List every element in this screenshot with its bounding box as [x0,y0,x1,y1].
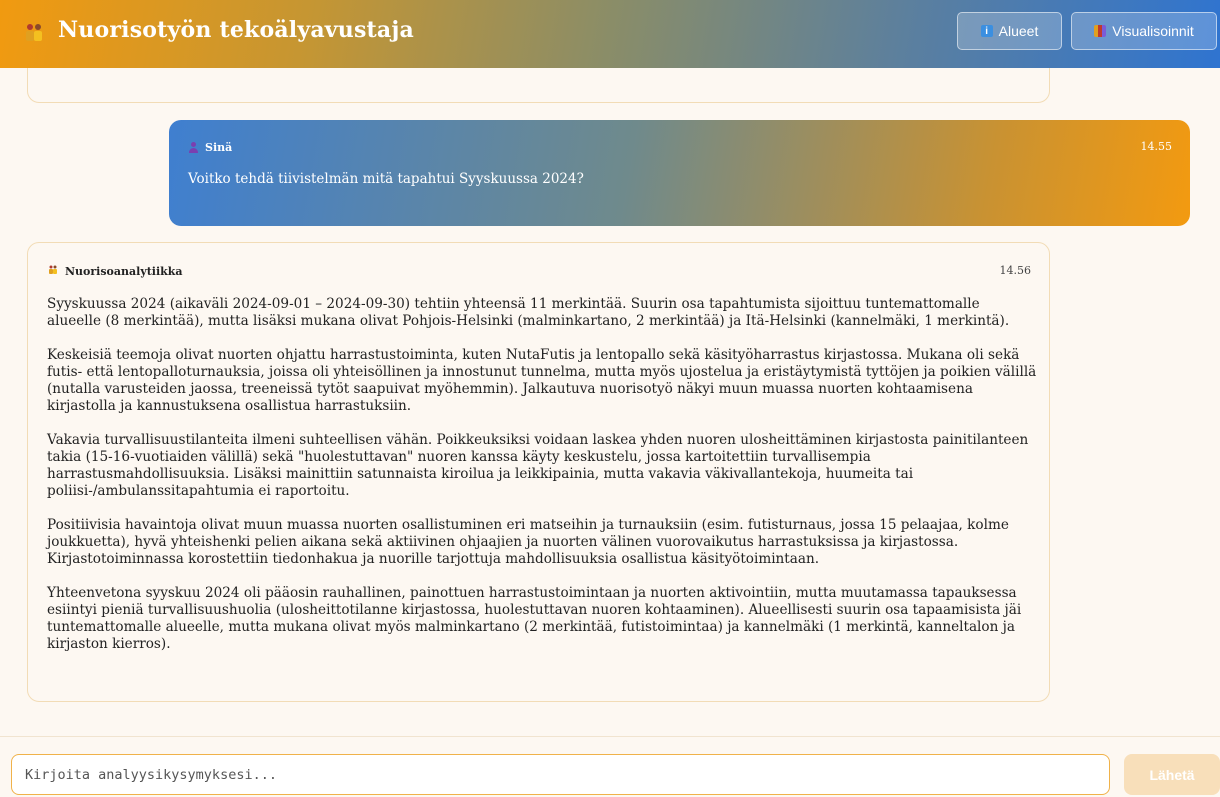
previous-message [27,68,1050,103]
message-paragraph: Syyskuussa 2024 (aikaväli 2024-09-01 – 2… [47,296,1010,329]
visualizations-button[interactable]: Visualisoinnit [1071,12,1217,50]
assistant-message-time: 14.56 [999,264,1032,277]
team-figures-icon [22,20,46,46]
assistant-message: Nuorisoanalytiikka 14.56 Syyskuussa 2024… [27,242,1050,702]
user-message-header: Sinä [188,141,232,154]
user-icon [188,142,199,153]
input-bar: Lähetä [0,736,1220,797]
user-message-time: 14.55 [1140,140,1173,153]
message-paragraph: Vakavia turvallisuustilanteita ilmeni su… [47,432,1029,499]
message-paragraph: Positiivisia havaintoja olivat muun muas… [47,517,1009,567]
areas-button-label: Alueet [998,23,1039,39]
assistant-message-header: Nuorisoanalytiikka [47,264,183,279]
assistant-sender-name: Nuorisoanalytiikka [65,265,183,278]
message-paragraph: Yhteenvetona syyskuu 2024 oli pääosin ra… [47,585,1022,652]
app-title: Nuorisotyön tekoälyavustaja [58,17,414,43]
info-icon: i [980,25,993,37]
chat-area[interactable]: Sinä 14.55 Voitko tehdä tiivistelmän mit… [0,68,1220,736]
user-message: Sinä 14.55 Voitko tehdä tiivistelmän mit… [169,120,1190,226]
user-sender-name: Sinä [205,141,233,154]
team-figures-icon [47,264,59,279]
assistant-message-body: Syyskuussa 2024 (aikaväli 2024-09-01 – 2… [47,296,1037,653]
message-paragraph: Keskeisiä teemoja olivat nuorten ohjattu… [47,347,1037,414]
visualizations-button-label: Visualisoinnit [1112,23,1194,39]
question-input[interactable] [11,754,1110,795]
app-header: Nuorisotyön tekoälyavustaja i Alueet Vis… [0,0,1220,68]
send-button[interactable]: Lähetä [1124,754,1220,795]
user-message-text: Voitko tehdä tiivistelmän mitä tapahtui … [188,171,584,187]
bar-chart-icon [1094,25,1107,37]
areas-button[interactable]: i Alueet [957,12,1062,50]
